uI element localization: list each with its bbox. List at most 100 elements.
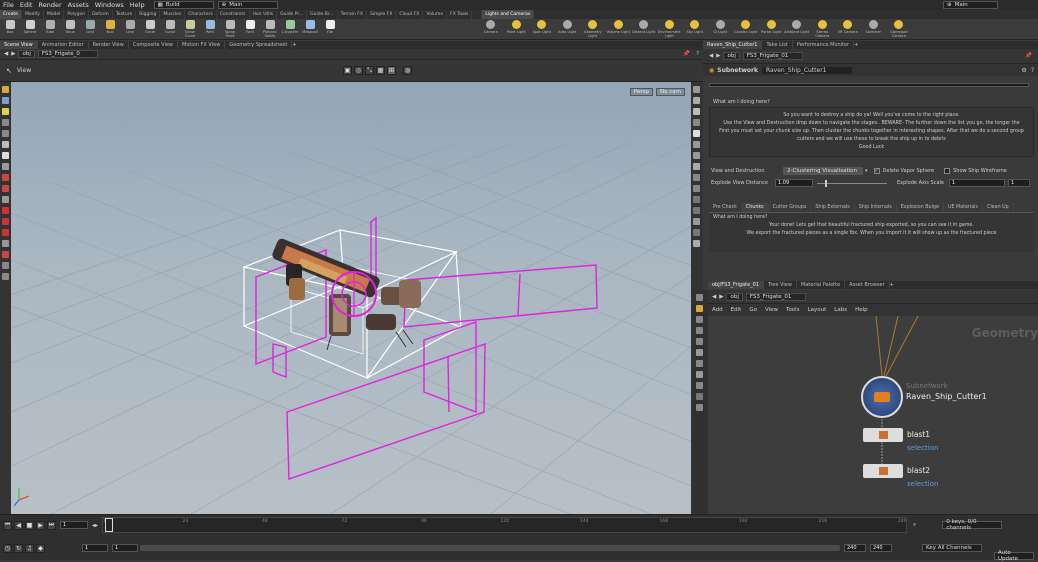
net-path-node[interactable]: FS3_Frigate_01 <box>745 292 806 301</box>
blast1-name[interactable]: blast1 <box>907 430 930 439</box>
help-icon[interactable]: ? <box>696 51 699 57</box>
light-tool[interactable]: Geometry Light <box>580 19 606 40</box>
light-tool[interactable]: Stereo Camera <box>810 19 836 40</box>
back-arrow-icon[interactable]: ◀ <box>4 51 8 57</box>
light-tool[interactable]: Area Light <box>555 19 581 40</box>
shelf-tool[interactable]: Sphere <box>20 19 40 40</box>
shelf-tool[interactable]: Spray Paint <box>220 19 240 40</box>
light-tool[interactable]: Portal Light <box>759 19 785 40</box>
param-tab[interactable]: Pre Check <box>709 203 742 212</box>
light-tool[interactable]: Volume Light <box>606 19 632 40</box>
range-slider[interactable] <box>140 545 840 551</box>
left-tab[interactable]: Render View <box>89 41 129 49</box>
explode-distance-field[interactable]: 1.09 <box>775 179 813 187</box>
pivot-icon[interactable] <box>2 273 9 280</box>
stop-icon[interactable]: ■ <box>25 520 34 530</box>
pin-icon-right[interactable]: 📌 <box>1025 53 1032 59</box>
light-tool[interactable]: Distant Light <box>631 19 657 40</box>
menu-render[interactable]: Render <box>35 1 64 9</box>
network-menu-item[interactable]: Go <box>745 307 761 313</box>
scale-icon[interactable] <box>2 119 9 126</box>
shelf-tool[interactable]: Line <box>120 19 140 40</box>
camera-menu[interactable]: No cam <box>656 88 685 96</box>
light-tool[interactable]: Environment Light <box>657 19 683 40</box>
sculpt-icon[interactable] <box>2 207 9 214</box>
right-tab[interactable]: Raven_Ship_Cutter1 <box>703 41 763 49</box>
forward-arrow-icon[interactable]: ▶ <box>11 51 15 57</box>
current-frame-marker[interactable] <box>105 518 114 532</box>
point-icon[interactable] <box>693 152 700 159</box>
right-tab[interactable]: Take List <box>762 41 793 49</box>
blast1-node[interactable] <box>863 428 903 442</box>
right-tab[interactable]: Performance Monitor <box>793 41 855 49</box>
last-frame-icon[interactable]: ⏭ <box>47 520 56 530</box>
network-menu-item[interactable]: Add <box>708 307 727 313</box>
param-tab[interactable]: Cutter Groups <box>769 203 812 212</box>
display-option-icon[interactable] <box>693 86 700 93</box>
add-tab-icon[interactable]: + <box>890 282 894 288</box>
menu-help[interactable]: Help <box>127 1 148 9</box>
auto-update-button[interactable]: Auto Update <box>994 550 1034 562</box>
explode-axis-field-2[interactable]: 1 <box>1008 179 1030 187</box>
shelf-tool[interactable]: Torus <box>60 19 80 40</box>
grid-toggle-icon[interactable]: ▦ <box>376 66 385 75</box>
shelf-tool[interactable]: Draw Curve <box>180 19 200 40</box>
shelf-tool[interactable]: Curve <box>160 19 180 40</box>
back-arrow-icon-net[interactable]: ◀ <box>712 294 716 300</box>
path-obj-right[interactable]: obj <box>723 52 740 60</box>
record-icon[interactable]: ◍ <box>403 66 412 75</box>
path-node[interactable]: FS3_Frigate_0 <box>37 50 98 58</box>
display-icon[interactable]: ▣ <box>343 66 352 75</box>
path-obj[interactable]: obj <box>18 50 35 58</box>
light-icon[interactable] <box>693 130 700 137</box>
blast2-name[interactable]: blast2 <box>907 466 930 475</box>
start-field-2[interactable]: 1 <box>112 544 138 552</box>
key-all-button[interactable]: Key All Channels <box>922 544 982 552</box>
param-tab[interactable]: Ship Internals <box>855 203 897 212</box>
light-tool[interactable]: Sky Light <box>682 19 708 40</box>
delete-vapor-checkbox[interactable]: ✓ <box>873 168 880 174</box>
ghost-icon[interactable] <box>693 97 700 104</box>
shelf-tool[interactable]: Null <box>100 19 120 40</box>
shelf-tool[interactable]: Path <box>200 19 220 40</box>
view-mode-icon[interactable] <box>2 163 9 170</box>
xray-icon[interactable] <box>693 207 700 214</box>
audio-icon[interactable]: ♫ <box>25 543 34 553</box>
first-frame-icon[interactable]: ⏮ <box>3 520 12 530</box>
shelf-tab[interactable]: Cloud FX <box>396 10 424 19</box>
net-info-icon[interactable] <box>696 393 703 400</box>
shelf-tool[interactable]: Platonic Solids <box>260 19 280 40</box>
network-tab[interactable]: Material Palette <box>797 281 846 289</box>
light-tool[interactable]: Ambient Light <box>784 19 810 40</box>
net-fit-icon[interactable] <box>696 371 703 378</box>
menu-windows[interactable]: Windows <box>92 1 127 9</box>
path-node-right[interactable]: FS3_Frigate_01 <box>742 52 803 60</box>
chevron-down-icon[interactable]: ▾ <box>865 168 868 174</box>
network-menu-item[interactable]: View <box>761 307 782 313</box>
right-context-select[interactable]: ⊕ Main <box>943 1 998 9</box>
shelf-tool[interactable]: File <box>320 19 340 40</box>
network-editor[interactable]: Geometry Subnetwork Raven_Ship_Cutter1 b… <box>708 316 1038 514</box>
peak-icon[interactable] <box>2 218 9 225</box>
frame-ruler[interactable]: 1 24 48 72 96 120 144 168 192 216 240 <box>102 517 908 533</box>
transform-icon[interactable] <box>2 97 9 104</box>
net-grid2-icon[interactable] <box>696 404 703 411</box>
vis-icon[interactable] <box>693 163 700 170</box>
network-menu-item[interactable]: Help <box>851 307 872 313</box>
explode-axis-field[interactable]: 1 <box>949 179 1005 187</box>
subnet-name-field[interactable]: Raven_Ship_Cutter1 <box>761 66 852 74</box>
param-tab[interactable]: Clean Up <box>983 203 1014 212</box>
lock-icon[interactable] <box>2 152 9 159</box>
play-icon[interactable]: ▶ <box>36 520 45 530</box>
end-field-2[interactable]: 240 <box>870 544 892 552</box>
safe-icon[interactable] <box>693 185 700 192</box>
knife-icon[interactable] <box>2 240 9 247</box>
left-tab[interactable]: Motion FX View <box>178 41 226 49</box>
shelf-tool[interactable]: Tube <box>40 19 60 40</box>
select-icon[interactable] <box>2 86 9 93</box>
light-tool[interactable]: Spot Light <box>529 19 555 40</box>
scene-viewport[interactable]: Persp No cam <box>11 82 691 514</box>
view-destruction-select[interactable]: 2-Clustering Visualisation <box>783 167 863 175</box>
shelf-tool[interactable]: L-System <box>280 19 300 40</box>
blast2-node[interactable] <box>863 464 903 478</box>
